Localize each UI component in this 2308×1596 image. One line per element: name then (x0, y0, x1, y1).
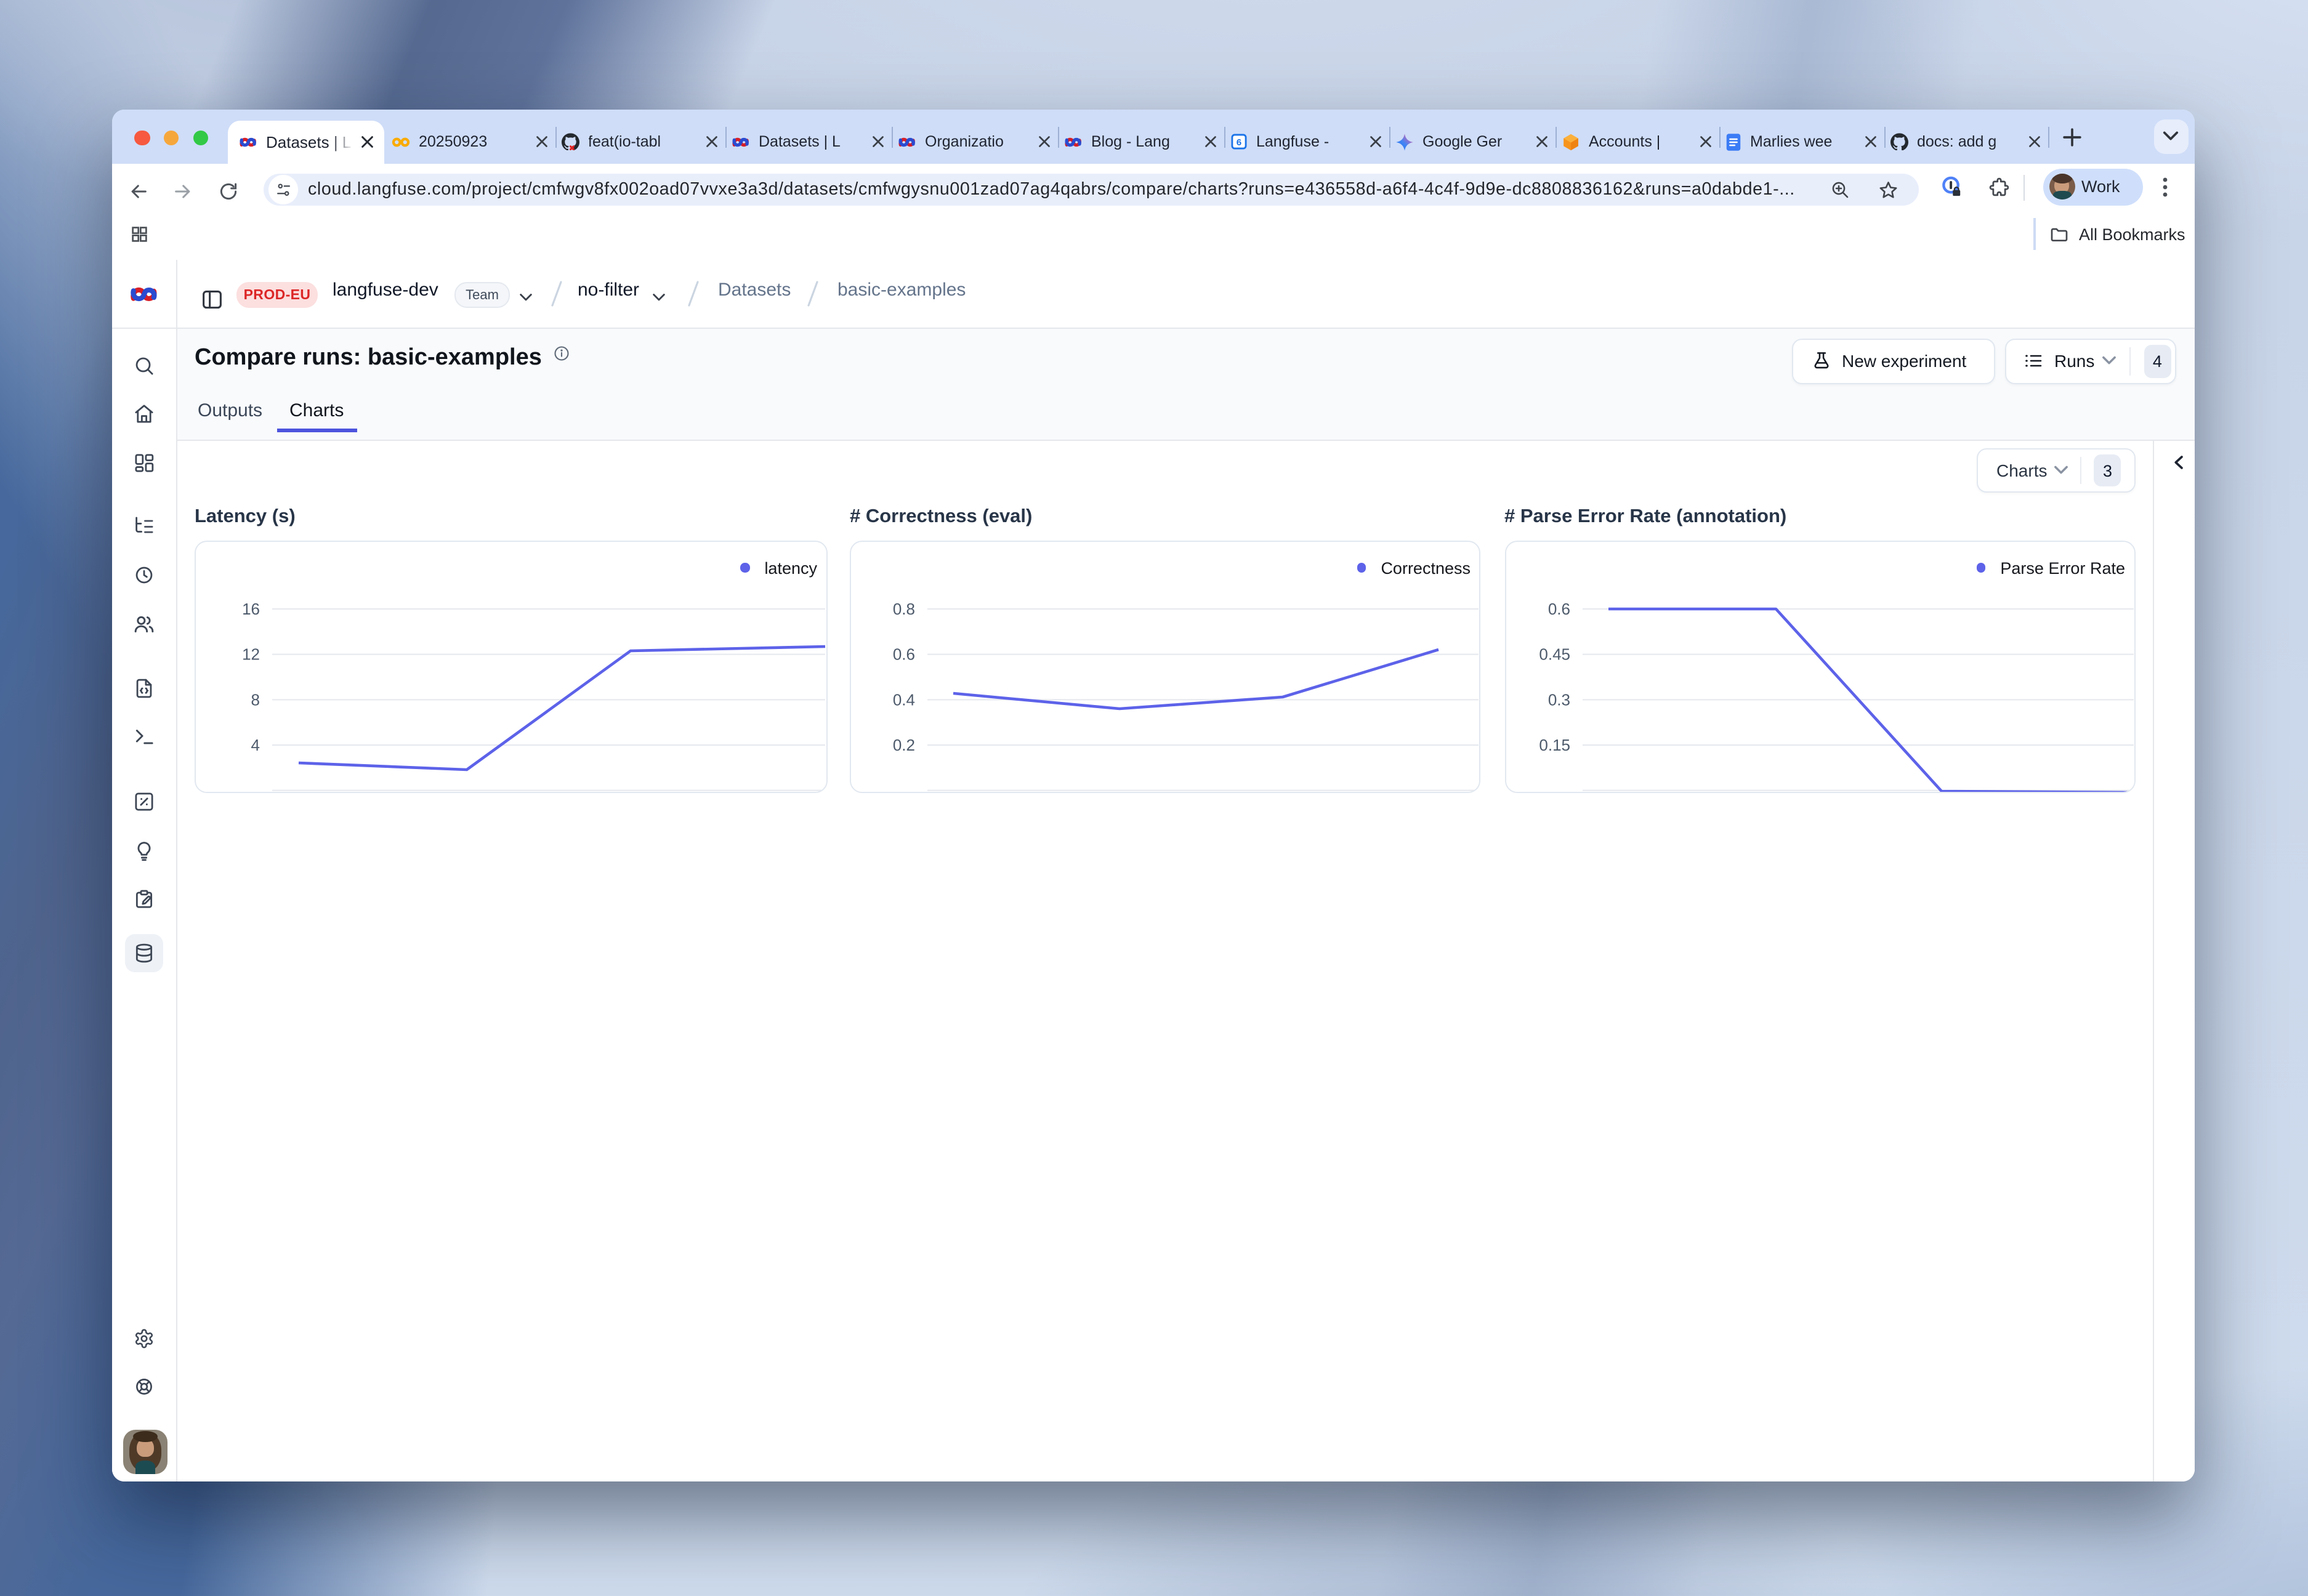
svg-text:8: 8 (251, 690, 260, 708)
svg-text:4: 4 (251, 735, 260, 754)
svg-text:0.4: 0.4 (893, 690, 915, 708)
svg-text:16: 16 (242, 599, 260, 618)
svg-text:6: 6 (1237, 137, 1241, 148)
svg-text:0.8: 0.8 (893, 599, 915, 618)
svg-text:0.15: 0.15 (1538, 735, 1570, 754)
svg-text:12: 12 (242, 645, 260, 663)
svg-text:0.3: 0.3 (1547, 690, 1570, 708)
svg-text:0.45: 0.45 (1538, 645, 1570, 663)
svg-text:0.6: 0.6 (1547, 599, 1570, 618)
svg-text:0.2: 0.2 (893, 735, 915, 754)
svg-text:0.6: 0.6 (893, 645, 915, 663)
